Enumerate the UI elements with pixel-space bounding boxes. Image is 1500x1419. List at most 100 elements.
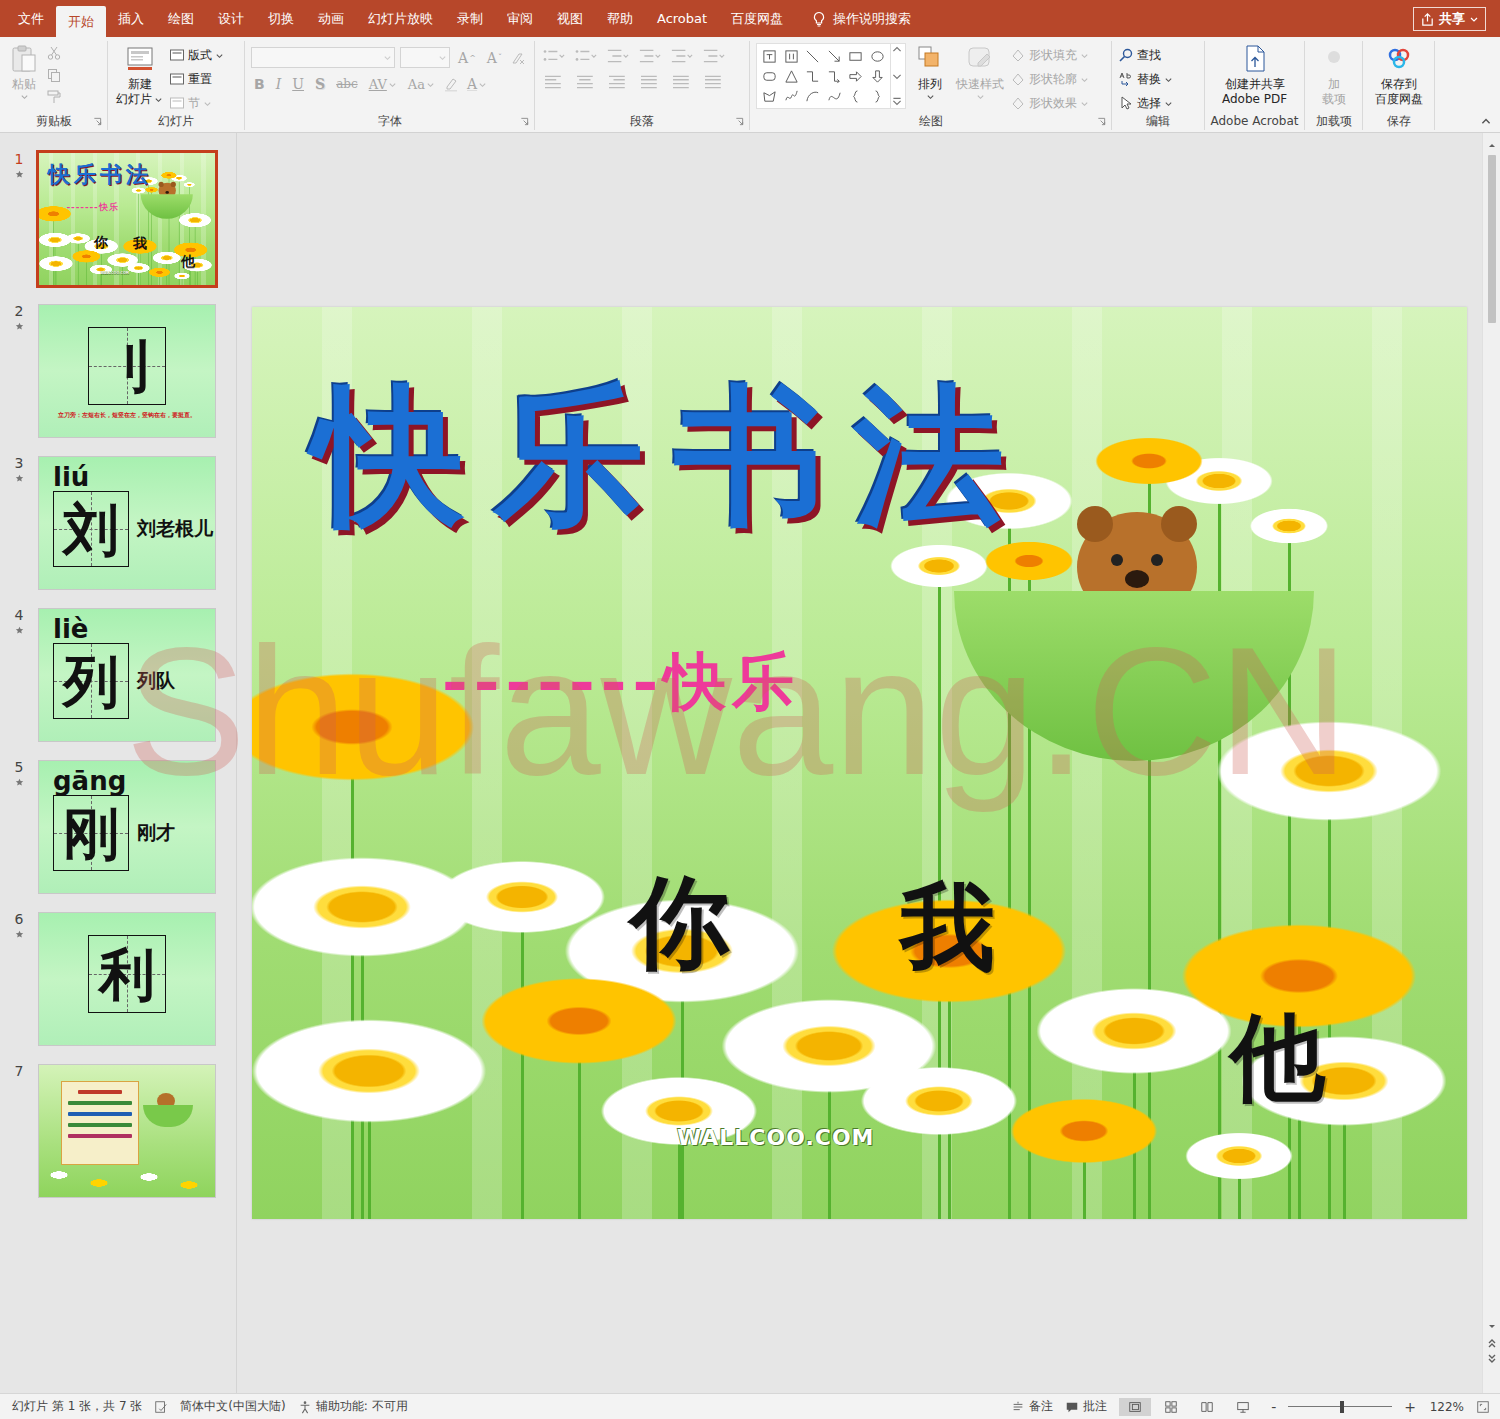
reading-view-button[interactable] bbox=[1191, 1398, 1223, 1416]
ribbon-tab[interactable]: 百度网盘 bbox=[719, 0, 795, 37]
shape-format-button[interactable]: 形状效果 bbox=[1010, 93, 1089, 113]
spelling-icon[interactable] bbox=[154, 1400, 168, 1414]
list-format-icon[interactable] bbox=[669, 47, 695, 65]
arrange-button[interactable]: 排列 bbox=[910, 43, 950, 101]
zoom-in-button[interactable]: + bbox=[1404, 1399, 1416, 1415]
editing-button[interactable]: 替换 bbox=[1118, 69, 1173, 89]
shape-format-button[interactable]: 形状轮廓 bbox=[1010, 69, 1089, 89]
format-button[interactable]: abc bbox=[333, 77, 361, 91]
list-format-icon[interactable] bbox=[573, 47, 599, 65]
language[interactable]: 简体中文(中国大陆) bbox=[180, 1398, 285, 1415]
paste-button[interactable]: 粘贴 bbox=[6, 43, 42, 101]
slide-thumbnail[interactable]: 刂立刀旁：左短右长，短竖在左，竖钩在右，要挺直。 bbox=[38, 304, 216, 438]
arrowd-shape-icon[interactable] bbox=[870, 69, 885, 84]
sorter-view-button[interactable] bbox=[1155, 1398, 1187, 1416]
font-name-field[interactable] bbox=[251, 47, 395, 68]
list-format-icon[interactable] bbox=[701, 47, 727, 65]
format-button[interactable]: B bbox=[251, 76, 268, 92]
font-color-button[interactable]: A bbox=[464, 76, 490, 92]
list-format-icon[interactable] bbox=[541, 47, 567, 65]
tell-me-search[interactable]: 操作说明搜索 bbox=[811, 0, 911, 37]
align-icon[interactable] bbox=[669, 73, 695, 91]
chevron-up-icon[interactable] bbox=[891, 44, 903, 56]
copy-icon[interactable] bbox=[46, 67, 62, 83]
cut-icon[interactable] bbox=[46, 45, 62, 61]
new-slide-button[interactable]: 新建幻灯片 bbox=[114, 43, 165, 107]
collapse-ribbon-icon[interactable] bbox=[1480, 116, 1492, 128]
ribbon-tab[interactable]: 绘图 bbox=[156, 0, 206, 37]
notes-button[interactable]: 备注 bbox=[1011, 1398, 1053, 1415]
list-format-icon[interactable] bbox=[637, 47, 663, 65]
align-icon[interactable] bbox=[605, 73, 631, 91]
slide-word[interactable]: 你 bbox=[630, 867, 730, 977]
ribbon-tab[interactable]: 切换 bbox=[256, 0, 306, 37]
dialog-launcher-icon[interactable] bbox=[735, 117, 744, 126]
create-pdf-button[interactable]: 创建并共享Adobe PDF bbox=[1220, 43, 1289, 107]
dialog-launcher-icon[interactable] bbox=[1097, 117, 1106, 126]
slide-option-button[interactable]: 版式 bbox=[169, 45, 224, 65]
free-shape-icon[interactable] bbox=[762, 89, 777, 104]
editing-button[interactable]: 选择 bbox=[1118, 93, 1173, 113]
zoom-level[interactable]: 122% bbox=[1428, 1400, 1464, 1414]
list-format-icon[interactable] bbox=[605, 47, 631, 65]
ribbon-tab[interactable]: 设计 bbox=[206, 0, 256, 37]
oval-shape-icon[interactable] bbox=[870, 49, 885, 64]
align-icon[interactable] bbox=[573, 73, 599, 91]
line-shape-icon[interactable] bbox=[805, 49, 820, 64]
editing-button[interactable]: 查找 bbox=[1118, 45, 1173, 65]
vtext-shape-icon[interactable] bbox=[784, 49, 799, 64]
slide-thumbnail[interactable]: 快乐书法-------快乐你我他WALLCOO.COM bbox=[36, 150, 218, 288]
ribbon-tab[interactable]: 审阅 bbox=[495, 0, 545, 37]
rbrace-shape-icon[interactable] bbox=[870, 89, 885, 104]
format-painter-icon[interactable] bbox=[46, 89, 62, 105]
align-icon[interactable] bbox=[637, 73, 663, 91]
ribbon-tab[interactable]: 动画 bbox=[306, 0, 356, 37]
elbow2-shape-icon[interactable] bbox=[827, 69, 842, 84]
share-button[interactable]: 共享 bbox=[1413, 7, 1486, 31]
rect-shape-icon[interactable] bbox=[848, 49, 863, 64]
ribbon-tab[interactable]: 插入 bbox=[106, 0, 156, 37]
title-slide[interactable]: 快乐书法-------快乐你我他WALLCOO.COM bbox=[252, 307, 1467, 1219]
ribbon-tab[interactable]: 帮助 bbox=[595, 0, 645, 37]
ribbon-tab[interactable]: 开始 bbox=[56, 6, 106, 37]
format-button[interactable]: Aa bbox=[405, 77, 438, 92]
zoom-slider-thumb[interactable] bbox=[1340, 1401, 1344, 1413]
dialog-launcher-icon[interactable] bbox=[93, 117, 102, 126]
fit-to-window-icon[interactable] bbox=[1476, 1400, 1490, 1414]
arrowr-shape-icon[interactable] bbox=[848, 69, 863, 84]
gallery-scroll[interactable] bbox=[890, 44, 905, 108]
vertical-scrollbar[interactable] bbox=[1482, 133, 1500, 1393]
slide-thumbnail[interactable]: liú刘刘老根儿 bbox=[38, 456, 216, 590]
elbow-shape-icon[interactable] bbox=[805, 69, 820, 84]
zoom-out-button[interactable]: - bbox=[1271, 1399, 1276, 1415]
format-button[interactable]: I bbox=[273, 76, 285, 92]
format-button[interactable]: S bbox=[312, 76, 328, 92]
slideshow-view-button[interactable] bbox=[1227, 1398, 1259, 1416]
scroll-up-icon[interactable] bbox=[1487, 139, 1497, 151]
dialog-launcher-icon[interactable] bbox=[520, 117, 529, 126]
lbrace-shape-icon[interactable] bbox=[848, 89, 863, 104]
next-slide-icon[interactable] bbox=[1487, 1353, 1497, 1365]
format-button[interactable]: AV bbox=[366, 77, 400, 92]
align-icon[interactable] bbox=[701, 73, 727, 91]
slide-thumbnail[interactable]: gāng刚刚才 bbox=[38, 760, 216, 894]
rrect-shape-icon[interactable] bbox=[762, 69, 777, 84]
ribbon-tab[interactable]: 幻灯片放映 bbox=[356, 0, 445, 37]
ribbon-tab[interactable]: 文件 bbox=[6, 0, 56, 37]
slide-option-button[interactable]: 节 bbox=[169, 93, 224, 113]
chevron-down-icon[interactable] bbox=[891, 70, 903, 82]
align-icon[interactable] bbox=[541, 73, 567, 91]
ribbon-tab[interactable]: Acrobat bbox=[645, 0, 719, 37]
zoom-slider[interactable] bbox=[1288, 1400, 1392, 1414]
more-icon[interactable] bbox=[891, 96, 903, 108]
textbox-shape-icon[interactable] bbox=[762, 49, 777, 64]
slide-title[interactable]: 快乐书法 bbox=[314, 365, 1034, 545]
accessibility-status[interactable]: 辅助功能: 不可用 bbox=[298, 1398, 408, 1415]
highlight-icon[interactable] bbox=[443, 76, 459, 92]
font-size-field[interactable] bbox=[400, 47, 450, 68]
save-to-baidu-button[interactable]: 保存到百度网盘 bbox=[1373, 43, 1425, 107]
slide-word[interactable]: 他 bbox=[1230, 1005, 1325, 1110]
slide-option-button[interactable]: 重置 bbox=[169, 69, 224, 89]
format-button[interactable]: U bbox=[289, 76, 307, 92]
comments-button[interactable]: 批注 bbox=[1065, 1398, 1107, 1415]
